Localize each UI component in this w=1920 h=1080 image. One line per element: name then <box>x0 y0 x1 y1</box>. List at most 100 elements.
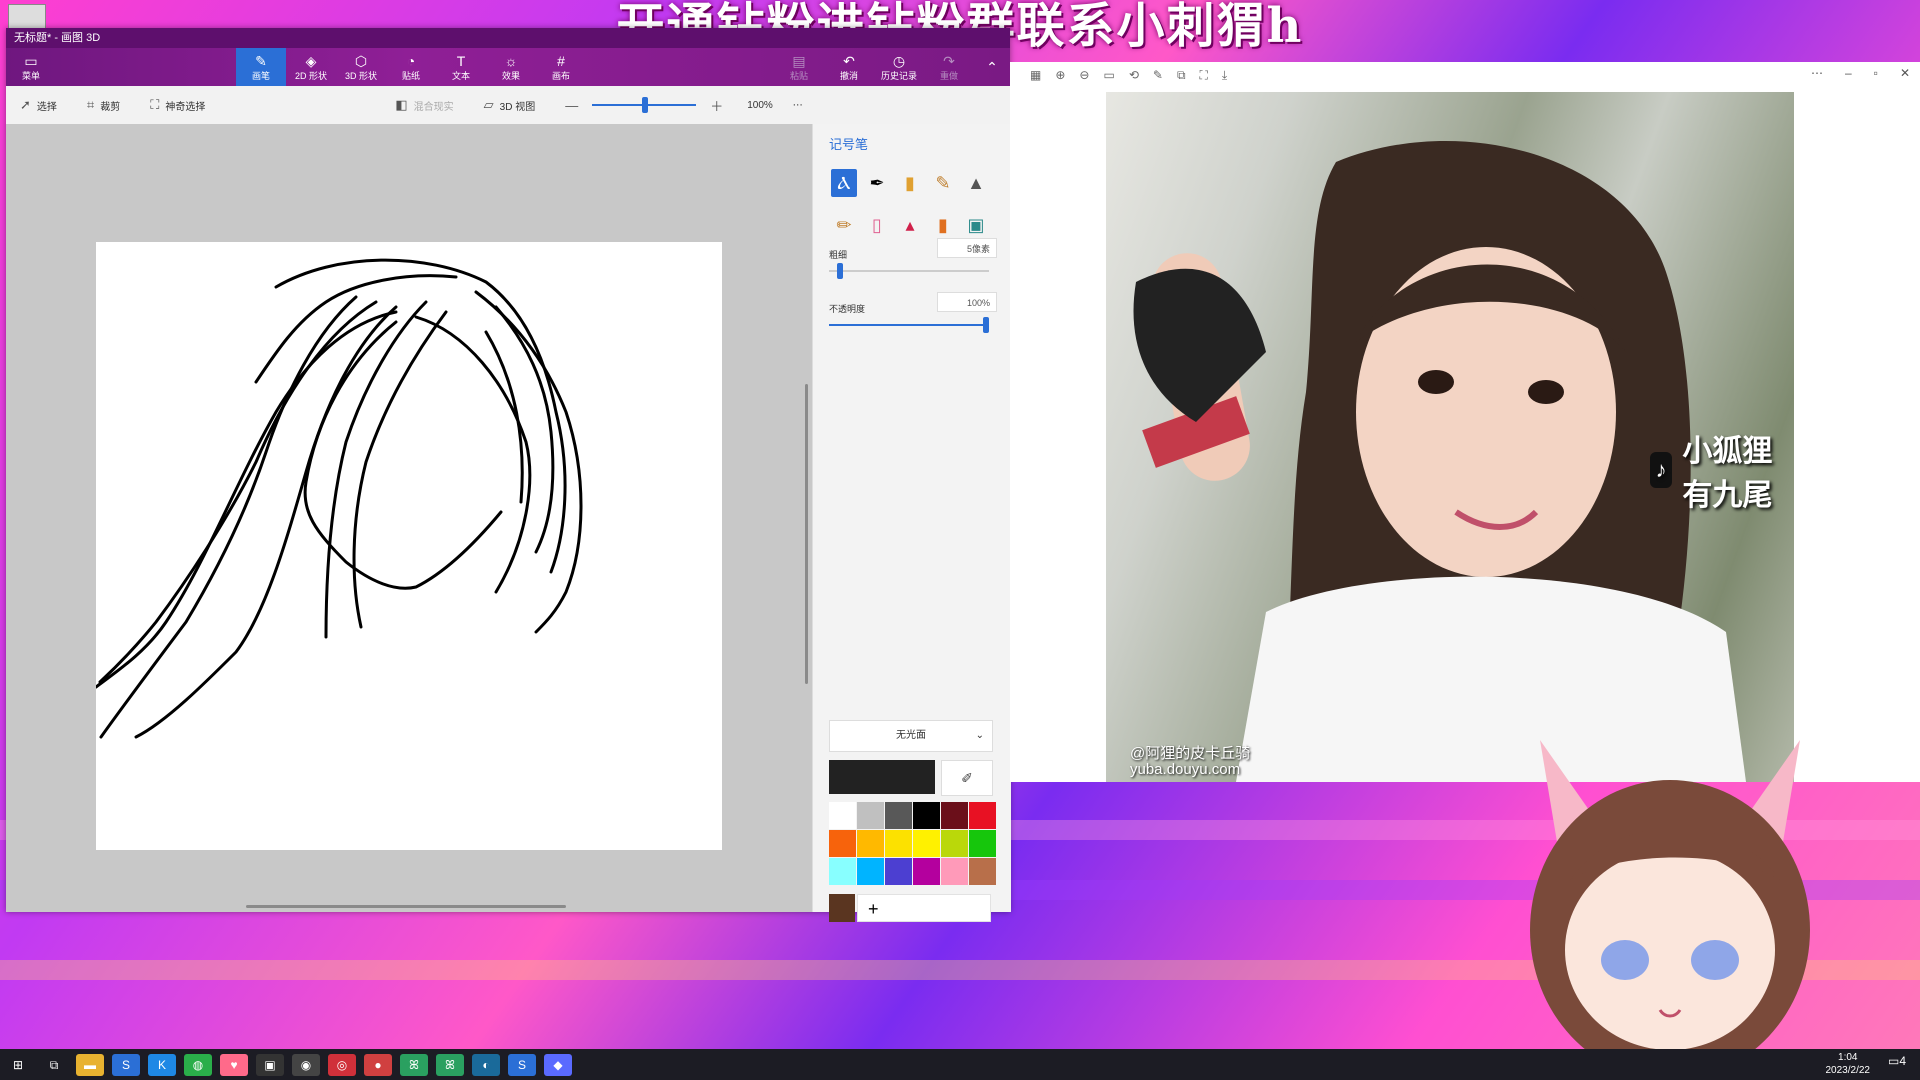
system-clock[interactable]: 1:04 2023/2/22 <box>1826 1051 1871 1077</box>
current-color-swatch[interactable] <box>829 760 935 794</box>
eraser-brush[interactable]: ▯ <box>864 211 890 239</box>
zoom-in-icon[interactable]: ⊕ <box>1055 68 1065 83</box>
effects-tab[interactable]: ☼ 效果 <box>486 48 536 86</box>
palette-color-swatch[interactable] <box>829 830 856 857</box>
palette-color-swatch[interactable] <box>829 858 856 885</box>
finish-dropdown[interactable]: 无光面 ⌄ <box>829 720 993 752</box>
palette-color-swatch[interactable] <box>885 858 912 885</box>
file-explorer-icon[interactable]: ▬ <box>76 1053 104 1076</box>
add-color-button[interactable]: + <box>857 894 991 922</box>
3d-view-toggle[interactable]: ▱ 3D 视图 <box>484 97 536 113</box>
pixel-pen-brush[interactable]: ▲ <box>963 169 989 197</box>
more-icon[interactable]: ⋯ <box>1811 66 1823 80</box>
start-icon[interactable]: ⊞ <box>4 1054 32 1076</box>
fit-icon[interactable]: ▭ <box>1103 68 1114 83</box>
app-green-icon[interactable]: ꕤ <box>400 1053 428 1076</box>
netease-music-icon[interactable]: ◎ <box>328 1053 356 1076</box>
zoom-in-button[interactable]: ＋ <box>710 96 723 115</box>
palette-color-swatch[interactable] <box>941 858 968 885</box>
app-green2-icon[interactable]: ꕤ <box>436 1053 464 1076</box>
chevron-down-icon: ⌄ <box>975 730 984 741</box>
horizontal-scrollbar[interactable] <box>246 905 566 908</box>
watercolor-brush[interactable]: ✎ <box>930 169 956 197</box>
palette-color-swatch[interactable] <box>941 802 968 829</box>
task-view-icon[interactable]: ⧉ <box>40 1054 68 1076</box>
menu-button[interactable]: ▭ 菜单 <box>6 48 56 86</box>
vertical-scrollbar[interactable] <box>805 384 808 684</box>
custom-color-swatch[interactable] <box>829 894 855 922</box>
magic-select-tool[interactable]: ⛶ 神奇选择 <box>150 97 205 113</box>
palette-color-swatch[interactable] <box>857 830 884 857</box>
main-toolbar: ▭ 菜单 ✎ 画笔 ◈ 2D 形状 ⬡ 3D 形状 ◔ 贴纸 T 文本 ☼ 效果 <box>6 48 1010 86</box>
thickness-input[interactable]: 5像素 <box>937 238 997 258</box>
palette-color-swatch[interactable] <box>885 802 912 829</box>
copy-icon[interactable]: ⧉ <box>1177 68 1186 83</box>
palette-color-swatch[interactable] <box>829 802 856 829</box>
crop-tool[interactable]: ⌗ 裁剪 <box>87 97 120 113</box>
canvas-workspace <box>6 124 812 912</box>
collapse-toolbar-button[interactable]: ⌃ <box>974 48 1010 86</box>
wechat-icon[interactable]: ◍ <box>184 1053 212 1076</box>
zoom-out-icon[interactable]: ⊖ <box>1079 68 1089 83</box>
drawing-canvas[interactable] <box>94 242 722 850</box>
edit-icon[interactable]: ✎ <box>1153 68 1163 83</box>
palette-color-swatch[interactable] <box>941 830 968 857</box>
app-screen-icon[interactable]: ▣ <box>256 1053 284 1076</box>
grid-view-icon[interactable]: ▦ <box>1030 68 1041 83</box>
thickness-slider[interactable] <box>829 263 989 279</box>
fullscreen-icon[interactable]: ⛶ <box>1200 68 1208 83</box>
history-button[interactable]: ◷ 历史记录 <box>874 48 924 86</box>
app-s-icon[interactable]: S <box>112 1053 140 1076</box>
app-blue-icon[interactable]: ◐ <box>472 1053 500 1076</box>
redo-button[interactable]: ↷ 重做 <box>924 48 974 86</box>
minimize-icon[interactable]: – <box>1845 66 1852 80</box>
fill-bucket-brush[interactable]: ▣ <box>963 211 989 239</box>
opacity-slider[interactable] <box>829 317 989 333</box>
canvas-tab[interactable]: # 画布 <box>536 48 586 86</box>
eyedropper-button[interactable]: ✐ <box>941 760 993 796</box>
rotate-icon[interactable]: ⟲ <box>1129 68 1139 83</box>
paste-button[interactable]: ▤ 粘贴 <box>774 48 824 86</box>
zoom-slider[interactable] <box>592 97 697 113</box>
palette-color-swatch[interactable] <box>969 830 996 857</box>
pencil-brush[interactable]: ✏ <box>831 211 857 239</box>
obs-icon[interactable]: ◉ <box>292 1053 320 1076</box>
spray-can-brush[interactable]: ▮ <box>930 211 956 239</box>
undo-button[interactable]: ↶ 撤消 <box>824 48 874 86</box>
stickers-tab[interactable]: ◔ 贴纸 <box>386 48 436 86</box>
zoom-slider-knob[interactable] <box>642 97 649 113</box>
app-heart-icon[interactable]: ♥ <box>220 1053 248 1076</box>
3d-shapes-tab[interactable]: ⬡ 3D 形状 <box>336 48 386 86</box>
marker-brush[interactable]: Ⲁ <box>831 169 857 197</box>
thickness-slider-knob[interactable] <box>836 263 843 279</box>
app-red-icon[interactable]: ● <box>364 1053 392 1076</box>
zoom-out-button[interactable]: — <box>565 98 578 113</box>
2d-shapes-tab[interactable]: ◈ 2D 形状 <box>286 48 336 86</box>
paint3d-taskbar-icon[interactable]: ◆ <box>544 1053 572 1076</box>
palette-color-swatch[interactable] <box>969 802 996 829</box>
palette-color-swatch[interactable] <box>857 858 884 885</box>
mixed-reality-button[interactable]: ◧ 混合现实 <box>395 97 453 113</box>
maximize-icon[interactable]: ▫ <box>1874 66 1878 80</box>
text-tab[interactable]: T 文本 <box>436 48 486 86</box>
calligraphy-pen-brush[interactable]: ✒ <box>864 169 890 197</box>
select-tool[interactable]: ➚ 选择 <box>20 97 57 113</box>
palette-color-swatch[interactable] <box>857 802 884 829</box>
app-k-icon[interactable]: K <box>148 1053 176 1076</box>
close-icon[interactable]: ✕ <box>1900 66 1910 80</box>
notification-icon[interactable]: ▭4 <box>1888 1054 1906 1068</box>
save-icon[interactable]: ⤓ <box>1222 68 1227 83</box>
opacity-input[interactable]: 100% <box>937 292 997 312</box>
palette-color-swatch[interactable] <box>913 802 940 829</box>
palette-color-swatch[interactable] <box>969 858 996 885</box>
palette-color-swatch[interactable] <box>913 830 940 857</box>
palette-color-swatch[interactable] <box>913 858 940 885</box>
more-options-button[interactable]: ⋯ <box>793 100 803 111</box>
app-s2-icon[interactable]: S <box>508 1053 536 1076</box>
color-palette <box>829 802 996 885</box>
crayon-brush[interactable]: ▴ <box>897 211 923 239</box>
opacity-slider-knob[interactable] <box>983 317 989 333</box>
palette-color-swatch[interactable] <box>885 830 912 857</box>
brushes-tab[interactable]: ✎ 画笔 <box>236 48 286 86</box>
oil-brush[interactable]: ▮ <box>897 169 923 197</box>
